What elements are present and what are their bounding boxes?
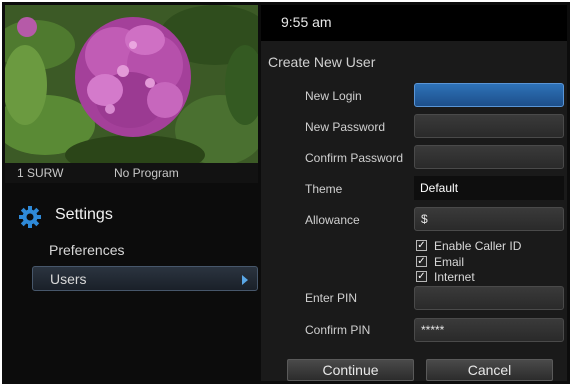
allowance-input[interactable] bbox=[414, 207, 564, 231]
program-title: No Program bbox=[114, 166, 179, 180]
video-preview bbox=[5, 5, 258, 163]
confirm-pin-label: Confirm PIN bbox=[305, 323, 371, 337]
continue-button[interactable]: Continue bbox=[287, 359, 414, 381]
channel-number: 1 SURW bbox=[17, 166, 64, 180]
checkbox-label: Enable Caller ID bbox=[434, 239, 522, 253]
enter-pin-label: Enter PIN bbox=[305, 291, 358, 305]
theme-value: Default bbox=[420, 181, 459, 195]
status-bar: 9:55 am bbox=[261, 5, 567, 41]
flower-image bbox=[5, 5, 258, 163]
theme-label: Theme bbox=[305, 182, 343, 196]
new-login-label: New Login bbox=[305, 89, 362, 103]
theme-select[interactable]: Default bbox=[414, 176, 564, 200]
form-title: Create New User bbox=[268, 54, 376, 70]
checkbox-checked-icon[interactable]: ✓ bbox=[416, 256, 427, 267]
channel-info-bar: 1 SURW No Program bbox=[5, 163, 258, 183]
gear-icon bbox=[19, 206, 41, 228]
new-login-input[interactable] bbox=[414, 83, 564, 107]
checkbox-label: Internet bbox=[434, 270, 475, 284]
cancel-button[interactable]: Cancel bbox=[426, 359, 553, 381]
enter-pin-input[interactable] bbox=[414, 286, 564, 310]
create-user-panel: 9:55 am Create New User New Login New Pa… bbox=[261, 5, 567, 381]
allowance-label: Allowance bbox=[305, 213, 360, 227]
confirm-password-label: Confirm Password bbox=[305, 151, 404, 165]
menu-item-users[interactable]: Users bbox=[32, 266, 258, 291]
checkbox-label: Email bbox=[434, 255, 465, 269]
menu-item-label: Users bbox=[50, 271, 87, 287]
confirm-password-input[interactable] bbox=[414, 145, 564, 169]
menu-item-label: Preferences bbox=[49, 242, 125, 258]
settings-title: Settings bbox=[55, 206, 113, 223]
menu-item-preferences[interactable]: Preferences bbox=[32, 238, 258, 263]
clock: 9:55 am bbox=[281, 14, 332, 30]
confirm-pin-input[interactable] bbox=[414, 318, 564, 342]
tv-screen: 1 SURW No Program Settings Preferences U… bbox=[2, 2, 570, 384]
checkbox-checked-icon[interactable]: ✓ bbox=[416, 271, 427, 282]
new-password-label: New Password bbox=[305, 120, 386, 134]
chevron-right-icon bbox=[242, 275, 248, 285]
checkbox-checked-icon[interactable]: ✓ bbox=[416, 240, 427, 251]
new-password-input[interactable] bbox=[414, 114, 564, 138]
